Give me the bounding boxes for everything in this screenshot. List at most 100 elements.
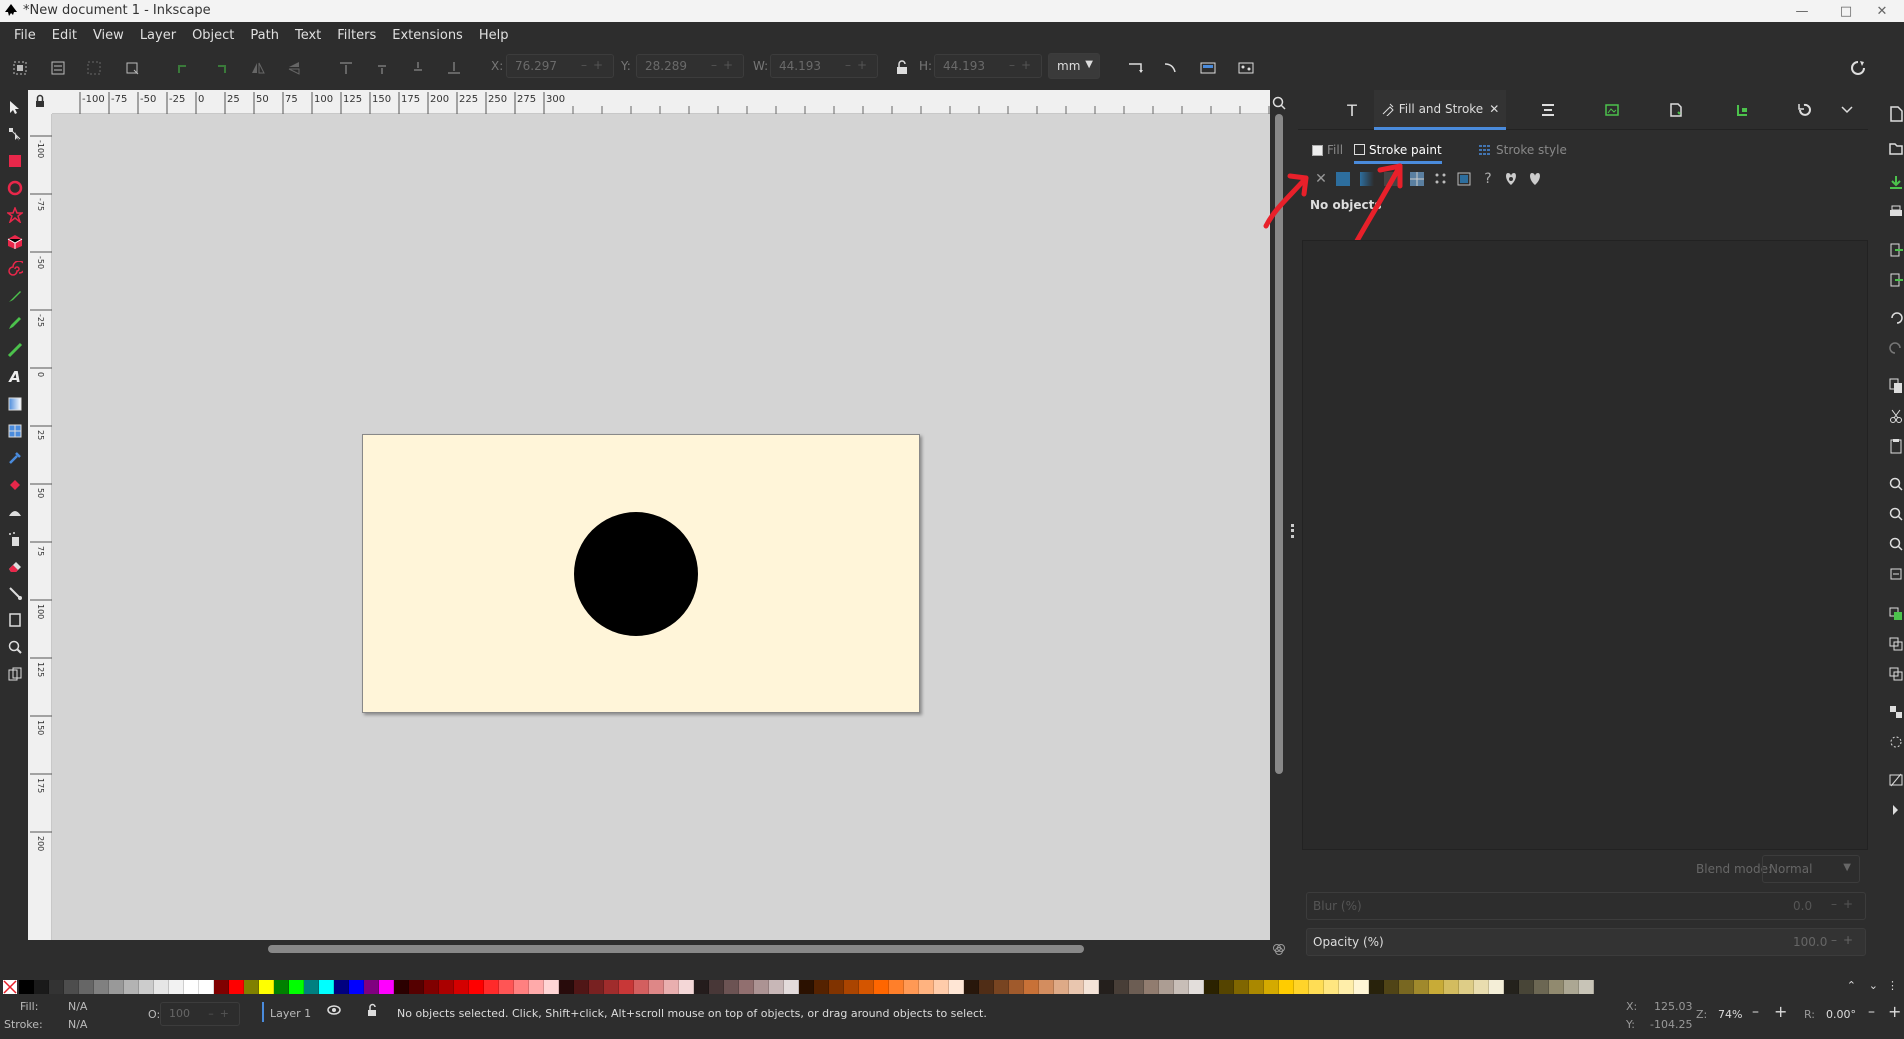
palette-swatch[interactable]	[334, 980, 349, 994]
palette-swatch[interactable]	[1489, 980, 1504, 994]
palette-swatch[interactable]	[844, 980, 859, 994]
spiral-tool-icon[interactable]	[4, 258, 26, 280]
copy-icon[interactable]	[1882, 372, 1904, 400]
palette-swatch[interactable]	[424, 980, 439, 994]
opacity-stepper-icon[interactable]: –+	[1831, 933, 1859, 947]
palette-swatch[interactable]	[274, 980, 289, 994]
palette-swatch[interactable]	[1444, 980, 1459, 994]
palette-swatch[interactable]	[934, 980, 949, 994]
rotation-value[interactable]: 0.00°	[1826, 1008, 1856, 1021]
export-icon[interactable]	[1882, 266, 1904, 294]
palette-swatch[interactable]	[574, 980, 589, 994]
select-all-layers-icon[interactable]	[44, 54, 72, 82]
group-icon[interactable]	[1882, 698, 1904, 726]
blend-mode-select[interactable]: Normal ▼	[1762, 855, 1860, 883]
pattern-icon[interactable]	[1430, 168, 1452, 190]
palette-swatch[interactable]	[1279, 980, 1294, 994]
palette-swatch[interactable]	[874, 980, 889, 994]
palette-swatch[interactable]	[199, 980, 214, 994]
height-stepper-icon[interactable]: –+	[1009, 58, 1037, 72]
unset-paint-icon[interactable]: ?	[1477, 168, 1499, 190]
document-properties-tab-icon[interactable]	[1658, 90, 1694, 130]
zoom-in-icon[interactable]: +	[1774, 1002, 1787, 1021]
rectangle-tool-icon[interactable]	[4, 150, 26, 172]
palette-swatch[interactable]	[244, 980, 259, 994]
palette-swatch[interactable]	[709, 980, 724, 994]
measure-tool-icon[interactable]	[4, 663, 26, 685]
stroke-indicator-value[interactable]: N/A	[68, 1018, 87, 1031]
palette-swatch[interactable]	[634, 980, 649, 994]
palette-swatch[interactable]	[124, 980, 139, 994]
palette-swatch[interactable]	[979, 980, 994, 994]
gradient-tool-icon[interactable]	[4, 393, 26, 415]
rotate-cw-icon[interactable]	[206, 54, 234, 82]
opacity-slider[interactable]: Opacity (%) 100.0 –+	[1306, 928, 1866, 956]
dock-menu-chevron-icon[interactable]	[1830, 90, 1864, 130]
palette-swatch[interactable]	[754, 980, 769, 994]
star-tool-icon[interactable]	[4, 204, 26, 226]
palette-swatch[interactable]	[259, 980, 274, 994]
fill-rule-evenodd-icon[interactable]	[1500, 168, 1522, 190]
menu-text[interactable]: Text	[287, 28, 329, 43]
palette-swatch[interactable]	[1549, 980, 1564, 994]
no-color-swatch-icon[interactable]	[3, 980, 17, 994]
color-management-icon[interactable]	[1270, 940, 1288, 958]
zoom-tool-icon[interactable]	[4, 636, 26, 658]
palette-swatch[interactable]	[994, 980, 1009, 994]
zoom-drawing-icon[interactable]	[1882, 500, 1904, 528]
palette-swatch[interactable]	[364, 980, 379, 994]
palette-swatch[interactable]	[499, 980, 514, 994]
palette-swatch[interactable]	[1504, 980, 1519, 994]
palette-swatch[interactable]	[454, 980, 469, 994]
save-icon[interactable]	[1882, 168, 1904, 196]
palette-swatch[interactable]	[514, 980, 529, 994]
palette-swatch[interactable]	[679, 980, 694, 994]
palette-swatch[interactable]	[1039, 980, 1054, 994]
palette-swatch[interactable]	[154, 980, 169, 994]
import-icon[interactable]	[1882, 236, 1904, 264]
zoom-page-icon[interactable]	[1882, 530, 1904, 558]
flip-horizontal-icon[interactable]	[244, 54, 272, 82]
rotate-plus-icon[interactable]: +	[1888, 1002, 1901, 1021]
align-distribute-tab-icon[interactable]	[1530, 90, 1566, 130]
palette-menu-icon[interactable]: ⋮	[1887, 979, 1898, 992]
palette-scroll-down-icon[interactable]: ⌄	[1869, 979, 1878, 992]
menu-filters[interactable]: Filters	[329, 28, 384, 43]
menu-view[interactable]: View	[85, 28, 132, 43]
palette-swatch[interactable]	[1114, 980, 1129, 994]
palette-swatch[interactable]	[829, 980, 844, 994]
palette-swatch[interactable]	[1579, 980, 1594, 994]
palette-swatch[interactable]	[1354, 980, 1369, 994]
palette-scroll-up-icon[interactable]: ⌃	[1847, 979, 1856, 992]
xml-editor-icon[interactable]	[1882, 766, 1904, 794]
horizontal-ruler[interactable]: -100 -75 -50 -25 0 25 50 75 100 125 150 175 200 225 25…	[52, 90, 1357, 114]
vertical-ruler[interactable]: -100 -75 -50 -25 0 25 50 75 100 125 150 175 200	[28, 114, 52, 940]
palette-swatch[interactable]	[1054, 980, 1069, 994]
pencil-tool-icon[interactable]	[4, 312, 26, 334]
palette-swatch[interactable]	[49, 980, 64, 994]
palette-swatch[interactable]	[1399, 980, 1414, 994]
palette-swatch[interactable]	[394, 980, 409, 994]
current-layer-label[interactable]: Layer 1	[270, 1007, 311, 1020]
palette-swatch[interactable]	[1084, 980, 1099, 994]
palette-swatch[interactable]	[349, 980, 364, 994]
transform-gradient-icon[interactable]	[1194, 54, 1222, 82]
palette-swatch[interactable]	[1429, 980, 1444, 994]
swatch-icon[interactable]	[1453, 168, 1475, 190]
export-tab-icon[interactable]	[1594, 90, 1630, 130]
palette-swatch[interactable]	[214, 980, 229, 994]
x-field[interactable]: X: 76.297 –+	[491, 54, 614, 78]
raise-icon[interactable]	[368, 54, 396, 82]
unit-select[interactable]: mm ▼	[1048, 53, 1100, 79]
palette-swatch[interactable]	[1309, 980, 1324, 994]
opacity-status-stepper-icon[interactable]: –+	[208, 1007, 235, 1020]
layer-lock-icon[interactable]	[364, 1002, 380, 1021]
palette-swatch[interactable]	[664, 980, 679, 994]
palette-swatch[interactable]	[919, 980, 934, 994]
redo-icon[interactable]	[1882, 334, 1904, 362]
palette-swatch[interactable]	[1459, 980, 1474, 994]
palette-swatch[interactable]	[169, 980, 184, 994]
eraser-tool-icon[interactable]	[4, 555, 26, 577]
node-tool-icon[interactable]	[4, 123, 26, 145]
palette-swatch[interactable]	[19, 980, 34, 994]
